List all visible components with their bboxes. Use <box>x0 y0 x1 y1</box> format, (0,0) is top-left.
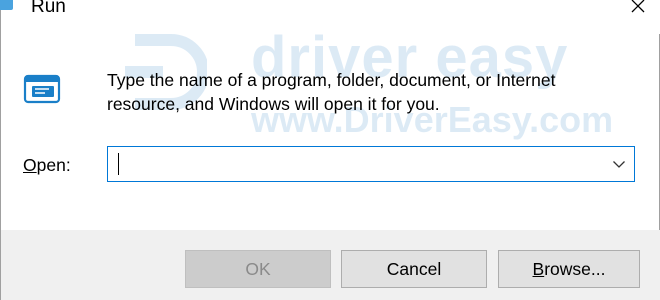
run-app-icon <box>0 0 17 14</box>
chevron-down-icon <box>613 161 625 168</box>
run-dialog: Run driver easy www.DriverEasy.com Type … <box>0 0 660 300</box>
open-label-rest: pen: <box>36 155 71 175</box>
browse-accelerator: B <box>532 258 545 279</box>
close-icon <box>631 0 645 13</box>
text-caret <box>118 153 119 175</box>
run-icon <box>23 74 61 104</box>
browse-label-rest: rowse... <box>544 258 606 279</box>
open-input[interactable] <box>108 147 606 181</box>
cancel-button-label: Cancel <box>386 258 442 279</box>
cancel-button[interactable]: Cancel <box>341 250 487 288</box>
button-bar: OK Cancel Browse... <box>1 230 660 300</box>
title-bar[interactable]: Run <box>0 0 660 34</box>
browse-button-label: Browse... <box>533 259 606 280</box>
browse-button[interactable]: Browse... <box>498 250 640 288</box>
open-label: Open: <box>23 154 71 176</box>
open-label-accelerator: O <box>23 155 37 175</box>
window-title: Run <box>31 0 66 17</box>
dropdown-button[interactable] <box>604 147 634 181</box>
close-button[interactable] <box>615 0 660 24</box>
ok-button[interactable]: OK <box>185 250 331 288</box>
description-text: Type the name of a program, folder, docu… <box>107 70 556 114</box>
open-combobox[interactable] <box>107 146 635 182</box>
ok-button-label: OK <box>245 258 271 279</box>
